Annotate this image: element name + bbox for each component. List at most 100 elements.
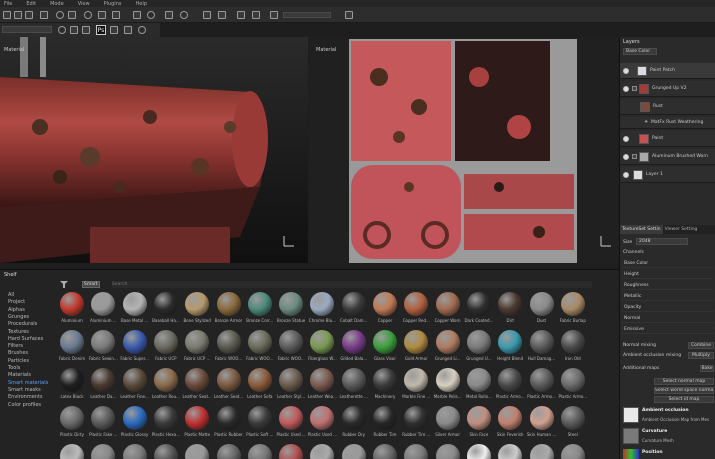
brush-size-field[interactable] xyxy=(2,26,52,33)
material-thumbnail[interactable] xyxy=(151,444,181,459)
material-thumbnail[interactable]: Bone Stylized xyxy=(182,292,212,328)
export-icon[interactable] xyxy=(110,26,118,34)
layer-icon[interactable] xyxy=(70,26,78,34)
material-thumbnail[interactable]: Fabric Sewin... xyxy=(88,330,118,366)
shelf-category-item[interactable]: Smart materials xyxy=(8,380,48,386)
material-thumbnail[interactable]: Fabric WOO... xyxy=(276,330,306,366)
camera-icon[interactable] xyxy=(203,11,211,19)
material-thumbnail[interactable]: Gilded Bala... xyxy=(339,330,369,366)
shelf-category-item[interactable]: Alphas xyxy=(8,307,25,313)
text-tool-icon[interactable] xyxy=(98,11,106,19)
shelf-search-input[interactable]: Search xyxy=(112,281,592,288)
shelf-category-item[interactable]: Grunges xyxy=(8,314,29,320)
material-thumbnail[interactable] xyxy=(88,444,118,459)
shelf-category-item[interactable]: Filters xyxy=(8,343,23,349)
plugin-icon[interactable] xyxy=(138,26,146,34)
shelf-category-item[interactable]: All xyxy=(8,292,14,298)
visibility-eye-icon[interactable] xyxy=(623,85,629,92)
material-thumbnail[interactable]: Bronze Statue xyxy=(276,292,306,328)
layer-row-paint-patch[interactable]: Paint Patch xyxy=(620,63,715,79)
target-icon[interactable] xyxy=(180,11,188,19)
material-thumbnail[interactable]: Bronze Armor xyxy=(214,292,244,328)
material-thumbnail[interactable]: Gold Armor xyxy=(401,330,431,366)
render-icon[interactable] xyxy=(345,11,353,19)
normal-mixing-dropdown[interactable]: Combine xyxy=(688,342,714,349)
shelf-category-item[interactable]: Procedurals xyxy=(8,321,37,327)
layer-row-layer1[interactable]: Layer 1 xyxy=(620,167,715,183)
material-thumbnail[interactable]: Plastic Hexa... xyxy=(151,406,181,442)
grid-icon[interactable] xyxy=(218,11,226,19)
menu-plugins[interactable]: Plugins xyxy=(104,1,122,7)
menu-view[interactable]: View xyxy=(78,1,90,7)
shelf-category-item[interactable]: Tools xyxy=(8,365,20,371)
material-thumbnail[interactable]: Dirt xyxy=(495,292,525,328)
material-thumbnail[interactable]: Marble Fine ... xyxy=(401,368,431,404)
channel-row[interactable]: Height xyxy=(622,270,714,279)
polygon-fill-icon[interactable] xyxy=(40,11,48,19)
material-thumbnail[interactable]: Copper Worn xyxy=(433,292,463,328)
visibility-eye-icon[interactable] xyxy=(623,171,629,178)
filter-icon[interactable] xyxy=(60,281,68,288)
material-thumbnail[interactable] xyxy=(495,444,525,459)
material-thumbnail[interactable]: Latex Black xyxy=(57,368,87,404)
visibility-eye-icon[interactable] xyxy=(623,135,629,142)
uv-icon[interactable] xyxy=(252,11,260,19)
material-thumbnail[interactable]: Skin Human ... xyxy=(527,406,557,442)
material-thumbnail[interactable]: Baseball Ha... xyxy=(151,292,181,328)
material-thumbnail[interactable] xyxy=(182,444,212,459)
shelf-category-item[interactable]: Color profiles xyxy=(8,402,41,408)
layer-row-matfx-rust[interactable]: ☀ MatFx Rust Weathering xyxy=(620,117,715,129)
material-thumbnail[interactable]: Plastic Armo... xyxy=(495,368,525,404)
layer-row-aluminum[interactable]: Aluminum Brushed Worn xyxy=(620,149,715,165)
filter-tag-smart[interactable]: Smart xyxy=(82,281,100,288)
material-thumbnail[interactable]: Bronze Corr... xyxy=(245,292,275,328)
viewport-2d[interactable]: Material xyxy=(309,37,619,263)
channel-row[interactable]: Normal xyxy=(622,314,714,323)
folder-toggle-icon[interactable] xyxy=(632,154,637,159)
alignment-icon[interactable] xyxy=(165,11,173,19)
size-dropdown[interactable]: 2048 xyxy=(636,238,688,245)
visibility-eye-icon[interactable] xyxy=(623,67,629,74)
material-thumbnail[interactable]: Rubber Tire xyxy=(370,406,400,442)
ao-mixing-dropdown[interactable]: Multiply xyxy=(688,352,714,359)
material-thumbnail[interactable] xyxy=(57,444,87,459)
layer-row-rust[interactable]: Rust xyxy=(620,99,715,115)
symmetry-icon[interactable] xyxy=(133,11,141,19)
material-thumbnail[interactable]: Fiberglass W... xyxy=(307,330,337,366)
material-thumbnail[interactable]: Plastic Used ... xyxy=(307,406,337,442)
material-thumbnail[interactable] xyxy=(401,444,431,459)
material-thumbnail[interactable]: Plastic Armo... xyxy=(558,368,588,404)
layer-row-paint[interactable]: Paint xyxy=(620,131,715,147)
material-thumbnail[interactable]: Leather Sofa xyxy=(245,368,275,404)
material-thumbnail[interactable]: Skin Feverish xyxy=(495,406,525,442)
material-thumbnail[interactable]: Plastic Used ... xyxy=(276,406,306,442)
screenshot-icon[interactable] xyxy=(270,11,278,19)
shelf-category-item[interactable]: Textures xyxy=(8,329,29,335)
projection-icon[interactable] xyxy=(25,11,33,19)
material-thumbnail[interactable]: Cobalt Dam... xyxy=(339,292,369,328)
channel-row[interactable]: Base Color xyxy=(622,259,714,268)
shelf-category-item[interactable]: Hard Surfaces xyxy=(8,336,43,342)
material-thumbnail[interactable]: Aluminium ... xyxy=(88,292,118,328)
material-thumbnail[interactable] xyxy=(276,444,306,459)
material-thumbnail[interactable]: Iron Old xyxy=(558,330,588,366)
material-thumbnail[interactable]: Fabric WOO... xyxy=(245,330,275,366)
material-thumbnail[interactable]: Glass Visor xyxy=(370,330,400,366)
material-thumbnail[interactable]: Copper xyxy=(370,292,400,328)
material-thumbnail[interactable]: Metal Rollo... xyxy=(464,368,494,404)
material-thumbnail[interactable]: Leather Seat... xyxy=(182,368,212,404)
material-thumbnail[interactable]: Dust xyxy=(527,292,557,328)
photoshop-icon[interactable]: Ps xyxy=(96,25,106,35)
material-thumbnail[interactable]: Copper Red... xyxy=(401,292,431,328)
display-mode-field[interactable] xyxy=(283,12,331,18)
material-thumbnail[interactable]: Grunged Li... xyxy=(433,330,463,366)
material-thumbnail[interactable]: Fabric UCP xyxy=(151,330,181,366)
menu-help[interactable]: Help xyxy=(135,1,146,7)
material-thumbnail[interactable]: Dark Coated... xyxy=(464,292,494,328)
lazy-mouse-icon[interactable] xyxy=(147,11,155,19)
material-thumbnail[interactable]: Height Blend xyxy=(495,330,525,366)
shelf-category-item[interactable]: Materials xyxy=(8,372,31,378)
channel-dropdown[interactable]: Base Color xyxy=(623,48,657,55)
brush-icon[interactable] xyxy=(3,11,11,19)
material-thumbnail[interactable]: Rubber Dry xyxy=(339,406,369,442)
